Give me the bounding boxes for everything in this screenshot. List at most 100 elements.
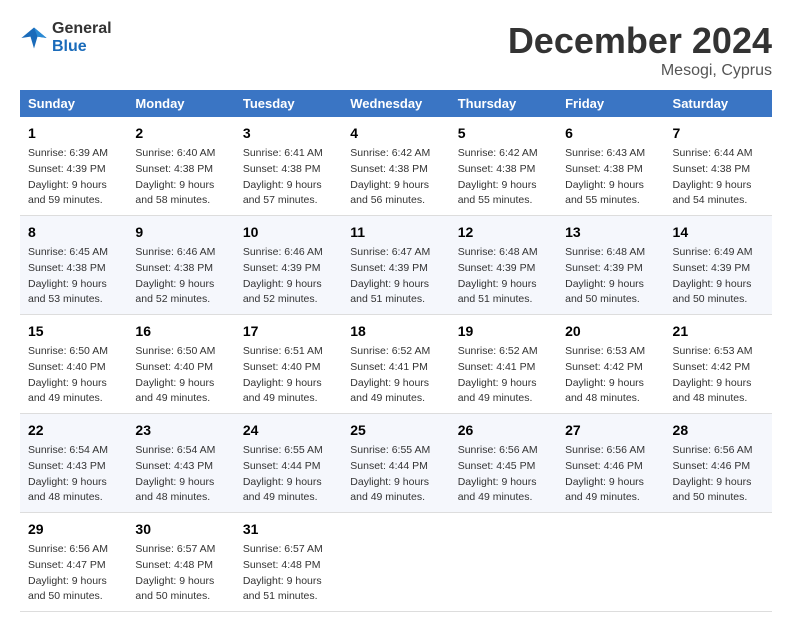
calendar-cell: 20Sunrise: 6:53 AMSunset: 4:42 PMDayligh… xyxy=(557,315,664,414)
weekday-header-monday: Monday xyxy=(127,90,234,117)
day-number: 2 xyxy=(135,123,226,144)
calendar-cell: 6Sunrise: 6:43 AMSunset: 4:38 PMDaylight… xyxy=(557,117,664,216)
day-number: 25 xyxy=(350,420,441,441)
day-info: Sunrise: 6:51 AMSunset: 4:40 PMDaylight:… xyxy=(243,344,334,407)
day-info: Sunrise: 6:48 AMSunset: 4:39 PMDaylight:… xyxy=(565,245,656,308)
calendar-week-row: 22Sunrise: 6:54 AMSunset: 4:43 PMDayligh… xyxy=(20,414,772,513)
day-number: 12 xyxy=(458,222,549,243)
day-info: Sunrise: 6:56 AMSunset: 4:47 PMDaylight:… xyxy=(28,542,119,605)
day-info: Sunrise: 6:42 AMSunset: 4:38 PMDaylight:… xyxy=(458,146,549,209)
day-number: 11 xyxy=(350,222,441,243)
calendar-cell xyxy=(450,513,557,612)
calendar-cell: 19Sunrise: 6:52 AMSunset: 4:41 PMDayligh… xyxy=(450,315,557,414)
day-number: 5 xyxy=(458,123,549,144)
calendar-cell: 11Sunrise: 6:47 AMSunset: 4:39 PMDayligh… xyxy=(342,216,449,315)
calendar-week-row: 1Sunrise: 6:39 AMSunset: 4:39 PMDaylight… xyxy=(20,117,772,216)
calendar-cell: 21Sunrise: 6:53 AMSunset: 4:42 PMDayligh… xyxy=(665,315,772,414)
day-number: 4 xyxy=(350,123,441,144)
calendar-week-row: 15Sunrise: 6:50 AMSunset: 4:40 PMDayligh… xyxy=(20,315,772,414)
calendar-cell: 5Sunrise: 6:42 AMSunset: 4:38 PMDaylight… xyxy=(450,117,557,216)
day-info: Sunrise: 6:55 AMSunset: 4:44 PMDaylight:… xyxy=(350,443,441,506)
day-info: Sunrise: 6:48 AMSunset: 4:39 PMDaylight:… xyxy=(458,245,549,308)
day-info: Sunrise: 6:46 AMSunset: 4:39 PMDaylight:… xyxy=(243,245,334,308)
day-info: Sunrise: 6:42 AMSunset: 4:38 PMDaylight:… xyxy=(350,146,441,209)
calendar-cell: 24Sunrise: 6:55 AMSunset: 4:44 PMDayligh… xyxy=(235,414,342,513)
day-number: 10 xyxy=(243,222,334,243)
day-number: 27 xyxy=(565,420,656,441)
calendar-cell: 30Sunrise: 6:57 AMSunset: 4:48 PMDayligh… xyxy=(127,513,234,612)
calendar-cell: 9Sunrise: 6:46 AMSunset: 4:38 PMDaylight… xyxy=(127,216,234,315)
day-info: Sunrise: 6:53 AMSunset: 4:42 PMDaylight:… xyxy=(673,344,764,407)
calendar-cell: 15Sunrise: 6:50 AMSunset: 4:40 PMDayligh… xyxy=(20,315,127,414)
day-number: 31 xyxy=(243,519,334,540)
day-info: Sunrise: 6:56 AMSunset: 4:45 PMDaylight:… xyxy=(458,443,549,506)
calendar-cell: 3Sunrise: 6:41 AMSunset: 4:38 PMDaylight… xyxy=(235,117,342,216)
day-number: 14 xyxy=(673,222,764,243)
weekday-header-row: SundayMondayTuesdayWednesdayThursdayFrid… xyxy=(20,90,772,117)
day-number: 26 xyxy=(458,420,549,441)
weekday-header-thursday: Thursday xyxy=(450,90,557,117)
day-number: 13 xyxy=(565,222,656,243)
title-block: December 2024 Mesogi, Cyprus xyxy=(508,20,772,80)
day-info: Sunrise: 6:50 AMSunset: 4:40 PMDaylight:… xyxy=(135,344,226,407)
day-info: Sunrise: 6:52 AMSunset: 4:41 PMDaylight:… xyxy=(350,344,441,407)
day-info: Sunrise: 6:52 AMSunset: 4:41 PMDaylight:… xyxy=(458,344,549,407)
calendar-cell: 16Sunrise: 6:50 AMSunset: 4:40 PMDayligh… xyxy=(127,315,234,414)
day-number: 19 xyxy=(458,321,549,342)
day-number: 6 xyxy=(565,123,656,144)
day-info: Sunrise: 6:56 AMSunset: 4:46 PMDaylight:… xyxy=(673,443,764,506)
month-title: December 2024 xyxy=(508,20,772,62)
day-info: Sunrise: 6:41 AMSunset: 4:38 PMDaylight:… xyxy=(243,146,334,209)
day-number: 21 xyxy=(673,321,764,342)
day-info: Sunrise: 6:49 AMSunset: 4:39 PMDaylight:… xyxy=(673,245,764,308)
logo: General Blue xyxy=(20,20,112,57)
calendar-cell xyxy=(557,513,664,612)
calendar-cell xyxy=(342,513,449,612)
calendar-cell: 23Sunrise: 6:54 AMSunset: 4:43 PMDayligh… xyxy=(127,414,234,513)
day-number: 28 xyxy=(673,420,764,441)
weekday-header-saturday: Saturday xyxy=(665,90,772,117)
day-info: Sunrise: 6:40 AMSunset: 4:38 PMDaylight:… xyxy=(135,146,226,209)
day-info: Sunrise: 6:54 AMSunset: 4:43 PMDaylight:… xyxy=(28,443,119,506)
calendar-table: SundayMondayTuesdayWednesdayThursdayFrid… xyxy=(20,90,772,612)
day-info: Sunrise: 6:43 AMSunset: 4:38 PMDaylight:… xyxy=(565,146,656,209)
weekday-header-wednesday: Wednesday xyxy=(342,90,449,117)
calendar-cell: 28Sunrise: 6:56 AMSunset: 4:46 PMDayligh… xyxy=(665,414,772,513)
calendar-cell: 17Sunrise: 6:51 AMSunset: 4:40 PMDayligh… xyxy=(235,315,342,414)
day-number: 18 xyxy=(350,321,441,342)
calendar-cell: 14Sunrise: 6:49 AMSunset: 4:39 PMDayligh… xyxy=(665,216,772,315)
calendar-cell: 13Sunrise: 6:48 AMSunset: 4:39 PMDayligh… xyxy=(557,216,664,315)
day-number: 23 xyxy=(135,420,226,441)
day-number: 1 xyxy=(28,123,119,144)
calendar-body: 1Sunrise: 6:39 AMSunset: 4:39 PMDaylight… xyxy=(20,117,772,612)
day-info: Sunrise: 6:46 AMSunset: 4:38 PMDaylight:… xyxy=(135,245,226,308)
calendar-cell xyxy=(665,513,772,612)
day-info: Sunrise: 6:47 AMSunset: 4:39 PMDaylight:… xyxy=(350,245,441,308)
day-info: Sunrise: 6:50 AMSunset: 4:40 PMDaylight:… xyxy=(28,344,119,407)
calendar-cell: 26Sunrise: 6:56 AMSunset: 4:45 PMDayligh… xyxy=(450,414,557,513)
day-number: 8 xyxy=(28,222,119,243)
day-number: 20 xyxy=(565,321,656,342)
calendar-cell: 31Sunrise: 6:57 AMSunset: 4:48 PMDayligh… xyxy=(235,513,342,612)
day-number: 15 xyxy=(28,321,119,342)
day-info: Sunrise: 6:39 AMSunset: 4:39 PMDaylight:… xyxy=(28,146,119,209)
day-number: 22 xyxy=(28,420,119,441)
day-info: Sunrise: 6:55 AMSunset: 4:44 PMDaylight:… xyxy=(243,443,334,506)
calendar-week-row: 29Sunrise: 6:56 AMSunset: 4:47 PMDayligh… xyxy=(20,513,772,612)
day-number: 24 xyxy=(243,420,334,441)
calendar-cell: 2Sunrise: 6:40 AMSunset: 4:38 PMDaylight… xyxy=(127,117,234,216)
calendar-cell: 12Sunrise: 6:48 AMSunset: 4:39 PMDayligh… xyxy=(450,216,557,315)
calendar-cell: 18Sunrise: 6:52 AMSunset: 4:41 PMDayligh… xyxy=(342,315,449,414)
day-number: 30 xyxy=(135,519,226,540)
logo-text-blue: Blue xyxy=(52,38,112,56)
calendar-week-row: 8Sunrise: 6:45 AMSunset: 4:38 PMDaylight… xyxy=(20,216,772,315)
day-number: 3 xyxy=(243,123,334,144)
day-info: Sunrise: 6:45 AMSunset: 4:38 PMDaylight:… xyxy=(28,245,119,308)
day-number: 16 xyxy=(135,321,226,342)
calendar-cell: 22Sunrise: 6:54 AMSunset: 4:43 PMDayligh… xyxy=(20,414,127,513)
day-info: Sunrise: 6:57 AMSunset: 4:48 PMDaylight:… xyxy=(243,542,334,605)
calendar-cell: 27Sunrise: 6:56 AMSunset: 4:46 PMDayligh… xyxy=(557,414,664,513)
day-info: Sunrise: 6:56 AMSunset: 4:46 PMDaylight:… xyxy=(565,443,656,506)
day-number: 7 xyxy=(673,123,764,144)
day-info: Sunrise: 6:44 AMSunset: 4:38 PMDaylight:… xyxy=(673,146,764,209)
